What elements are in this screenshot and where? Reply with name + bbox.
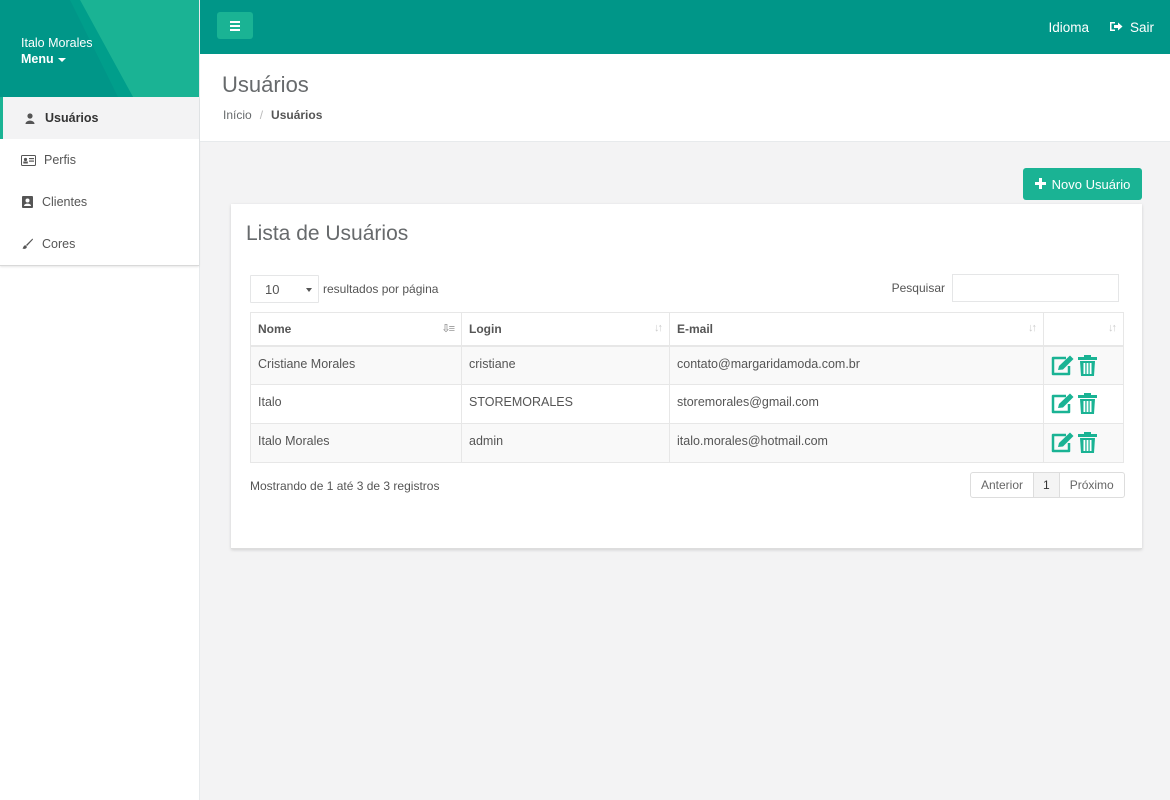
trash-icon[interactable]: [1078, 393, 1098, 417]
column-header-login[interactable]: Login ↓↑: [461, 312, 670, 347]
sidebar-item-perfis[interactable]: Perfis: [0, 139, 199, 181]
plus-icon: [1034, 177, 1046, 192]
pagination-next-button[interactable]: Próximo: [1060, 473, 1124, 497]
sidebar-user-name: Italo Morales: [21, 36, 93, 50]
trash-icon[interactable]: [1078, 432, 1098, 456]
page-length-control: 10 resultados por página: [250, 275, 438, 303]
top-navbar: Idioma Sair: [200, 0, 1170, 54]
trash-icon[interactable]: [1078, 354, 1098, 379]
card-title: Lista de Usuários: [246, 222, 409, 245]
hamburger-icon-bar: [230, 20, 240, 23]
breadcrumb-separator: /: [259, 108, 264, 122]
edit-icon[interactable]: [1050, 393, 1075, 417]
column-header-label: E-mail: [677, 321, 714, 336]
cell-name: Italo Morales: [250, 423, 462, 463]
cell-actions: [1043, 423, 1124, 463]
breadcrumb-home-link[interactable]: Início: [223, 108, 252, 122]
cell-email: contato@margaridamoda.com.br: [669, 345, 1044, 385]
hamburger-icon-bar: [230, 28, 240, 31]
sort-asc-icon: ⇩≡: [441, 323, 455, 335]
cell-login: admin: [461, 423, 670, 463]
table-info: Mostrando de 1 até 3 de 3 registros: [250, 479, 440, 493]
cell-email: storemorales@gmail.com: [669, 384, 1044, 424]
cell-actions: [1043, 345, 1124, 385]
pagination-prev-button[interactable]: Anterior: [971, 473, 1035, 497]
page-length-value: 10: [265, 281, 280, 297]
cell-name: Italo: [250, 384, 462, 424]
hamburger-icon-bar: [230, 24, 240, 27]
user-icon: [23, 111, 37, 125]
column-header-label: Login: [469, 321, 502, 336]
edit-icon[interactable]: [1050, 355, 1075, 379]
page-heading: Usuários Início / Usuários: [200, 54, 1170, 142]
sort-icon: ↓↑: [654, 322, 663, 334]
sidebar-item-label: Cores: [42, 237, 76, 251]
table-row: Cristiane Morales cristiane contato@marg…: [250, 345, 1124, 385]
logout-link[interactable]: Sair: [1109, 19, 1154, 35]
top-links: Idioma Sair: [1048, 0, 1154, 54]
contact-book-icon: [20, 195, 34, 209]
search-control: Pesquisar: [892, 274, 1119, 302]
sidebar-item-usuarios[interactable]: Usuários: [0, 97, 199, 139]
cell-login: cristiane: [461, 345, 670, 385]
sidebar-header: Italo Morales Menu: [0, 0, 199, 97]
breadcrumb-current: Usuários: [271, 108, 323, 122]
sidebar-nav: Usuários Perfis Clientes Cores: [0, 97, 199, 266]
sidebar: Italo Morales Menu Usuários Perfis Clien…: [0, 0, 200, 800]
menu-dropdown-toggle[interactable]: Menu: [21, 52, 66, 66]
sort-icon: ↓↑: [1108, 322, 1117, 334]
column-header-email[interactable]: E-mail ↓↑: [669, 312, 1044, 347]
cell-actions: [1043, 384, 1124, 424]
sidebar-item-label: Perfis: [44, 153, 76, 167]
sign-out-icon: [1109, 20, 1123, 35]
users-table: Nome ⇩≡ Login ↓↑ E-mail ↓↑ ↓↑ Cristiane Mor…: [250, 312, 1124, 463]
sidebar-item-label: Usuários: [45, 111, 99, 125]
table-header-row: Nome ⇩≡ Login ↓↑ E-mail ↓↑ ↓↑: [250, 312, 1124, 347]
new-user-button[interactable]: Novo Usuário: [1023, 168, 1142, 200]
sidebar-toggle-button[interactable]: [217, 12, 253, 39]
page-length-label: resultados por página: [323, 282, 439, 296]
users-list-card: Lista de Usuários 10 resultados por pági…: [231, 204, 1142, 549]
brush-icon: [20, 237, 34, 251]
column-header-label: Nome: [258, 321, 292, 336]
breadcrumb: Início / Usuários: [223, 108, 322, 122]
table-row: Italo STOREMORALES storemorales@gmail.co…: [250, 384, 1124, 424]
language-link[interactable]: Idioma: [1048, 20, 1089, 35]
sidebar-item-label: Clientes: [42, 195, 88, 209]
caret-down-icon: [57, 57, 66, 62]
sort-icon: ↓↑: [1028, 322, 1037, 334]
column-header-actions[interactable]: ↓↑: [1043, 312, 1124, 347]
pagination: Anterior 1 Próximo: [970, 472, 1125, 498]
page-length-select[interactable]: 10: [250, 275, 319, 303]
page-title: Usuários: [222, 72, 309, 97]
sidebar-item-clientes[interactable]: Clientes: [0, 181, 199, 223]
sidebar-item-cores[interactable]: Cores: [0, 223, 199, 265]
logout-label: Sair: [1129, 19, 1154, 35]
menu-label: Menu: [21, 52, 54, 66]
edit-icon[interactable]: [1050, 432, 1075, 456]
table-row: Italo Morales admin italo.morales@hotmai…: [250, 423, 1124, 463]
column-header-nome[interactable]: Nome ⇩≡: [250, 312, 462, 347]
cell-name: Cristiane Morales: [250, 345, 462, 385]
cell-email: italo.morales@hotmail.com: [669, 423, 1044, 463]
cell-login: STOREMORALES: [461, 384, 670, 424]
new-user-label: Novo Usuário: [1051, 176, 1131, 192]
id-card-icon: [20, 153, 36, 167]
search-input[interactable]: [952, 274, 1119, 302]
search-label: Pesquisar: [891, 281, 945, 295]
pagination-page-1[interactable]: 1: [1034, 473, 1060, 497]
language-label: Idioma: [1048, 19, 1089, 35]
